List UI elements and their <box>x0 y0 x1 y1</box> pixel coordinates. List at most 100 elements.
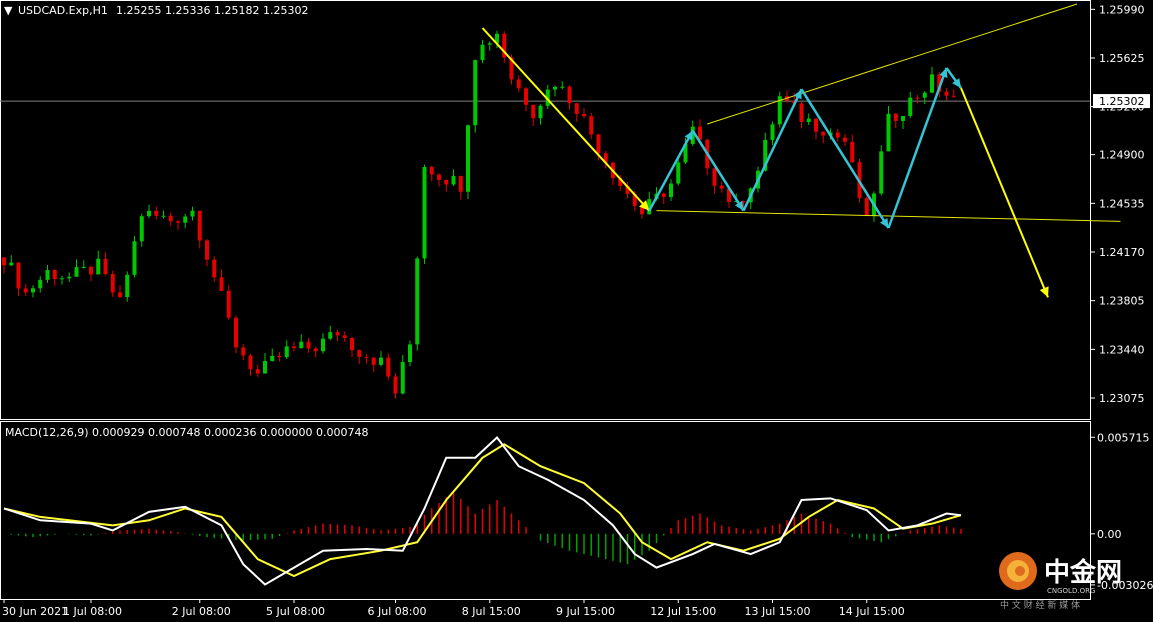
candle <box>451 169 456 186</box>
candle <box>226 285 231 320</box>
candle <box>661 192 666 204</box>
candle <box>335 329 340 342</box>
dropdown-triangle-icon[interactable]: ▼ <box>4 4 13 17</box>
candle <box>342 331 347 342</box>
candle <box>908 91 913 119</box>
candle <box>197 210 202 249</box>
y-tick-label: 1.24535 <box>1099 197 1145 210</box>
macd-label: MACD(12,26,9) 0.000929 0.000748 0.000236… <box>5 426 368 439</box>
candle <box>647 191 652 215</box>
trendline[interactable] <box>707 3 1078 125</box>
candle <box>299 334 304 349</box>
candle <box>183 213 188 229</box>
candle <box>444 179 449 192</box>
candle <box>292 341 296 352</box>
candle <box>422 164 427 264</box>
candle <box>190 206 195 221</box>
candle <box>770 121 775 146</box>
macd-y-tick-label: 0.005715 <box>1097 431 1150 444</box>
candle <box>89 265 93 282</box>
candle <box>38 276 43 293</box>
x-tick-label: 6 Jul 08:00 <box>368 605 427 618</box>
candle <box>879 145 884 196</box>
candle <box>415 256 420 351</box>
candle <box>458 175 463 200</box>
candle <box>835 128 840 142</box>
y-tick-label: 1.23075 <box>1099 392 1145 405</box>
candle <box>466 124 470 200</box>
candle <box>944 88 949 101</box>
x-tick-label: 13 Jul 15:00 <box>745 605 811 618</box>
zigzag-segment[interactable] <box>742 88 803 212</box>
candle <box>132 236 137 278</box>
candle <box>212 256 217 282</box>
candle <box>574 102 579 122</box>
candle <box>850 134 855 163</box>
candle <box>777 91 782 128</box>
candle <box>103 252 108 276</box>
y-tick-label: 1.23440 <box>1099 343 1145 356</box>
candle <box>502 31 507 63</box>
candle <box>357 349 362 364</box>
candle <box>277 352 282 362</box>
candle <box>321 333 325 354</box>
candle <box>205 239 209 267</box>
watermark-brand: 中金网 <box>1044 557 1122 588</box>
candle <box>9 255 14 266</box>
candle <box>814 118 818 140</box>
candle <box>669 179 673 201</box>
candle <box>67 272 72 282</box>
candle <box>843 133 847 147</box>
candle <box>560 81 565 90</box>
candle <box>168 212 173 226</box>
candle <box>263 353 267 374</box>
zigzag-segment[interactable] <box>800 88 890 229</box>
candle <box>538 104 543 125</box>
candle <box>118 285 122 298</box>
candle <box>582 108 586 119</box>
price-chart-canvas[interactable]: 1.259901.256251.252601.249001.245351.241… <box>0 0 1153 622</box>
candle <box>248 353 253 376</box>
zigzag-segment[interactable] <box>945 67 963 89</box>
candle <box>589 112 594 139</box>
candle <box>52 268 57 286</box>
candle <box>400 355 405 395</box>
candle <box>161 210 166 219</box>
candle <box>893 112 898 129</box>
candle <box>480 39 485 64</box>
candle <box>328 325 333 341</box>
candle <box>393 373 398 399</box>
candle <box>379 351 383 367</box>
candle <box>154 206 159 220</box>
candle <box>951 89 956 98</box>
watermark: 中金网 CNGOLD.ORG 中 文 财 经 新 媒 体 <box>999 552 1122 611</box>
candle <box>234 315 238 354</box>
zigzag-segment[interactable] <box>887 67 948 229</box>
candle <box>176 220 180 230</box>
candle <box>516 75 521 93</box>
y-tick-label: 1.25625 <box>1099 52 1145 65</box>
candle <box>487 41 492 51</box>
candle <box>31 285 35 298</box>
candle <box>241 344 246 361</box>
x-tick-label: 9 Jul 15:00 <box>556 605 615 618</box>
candle <box>350 336 354 358</box>
candle <box>473 59 478 133</box>
candle <box>698 119 702 141</box>
projection-arrow[interactable] <box>481 27 650 212</box>
candle <box>922 90 927 105</box>
candle <box>437 173 441 187</box>
candle <box>45 264 50 283</box>
ohlc-values: 1.25255 1.25336 1.25182 1.25302 <box>116 4 308 17</box>
y-tick-label: 1.24900 <box>1099 149 1145 162</box>
candle <box>371 356 376 372</box>
watermark-site: CNGOLD.ORG <box>1047 587 1095 595</box>
projection-arrow[interactable] <box>960 87 1049 298</box>
watermark-slogan: 中 文 财 经 新 媒 体 <box>1000 599 1080 611</box>
candle <box>96 250 101 275</box>
trendline[interactable] <box>656 210 1121 222</box>
x-tick-label: 12 Jul 15:00 <box>650 605 716 618</box>
zigzag-segment[interactable] <box>691 129 745 212</box>
candle <box>429 165 434 182</box>
candle <box>821 131 826 144</box>
